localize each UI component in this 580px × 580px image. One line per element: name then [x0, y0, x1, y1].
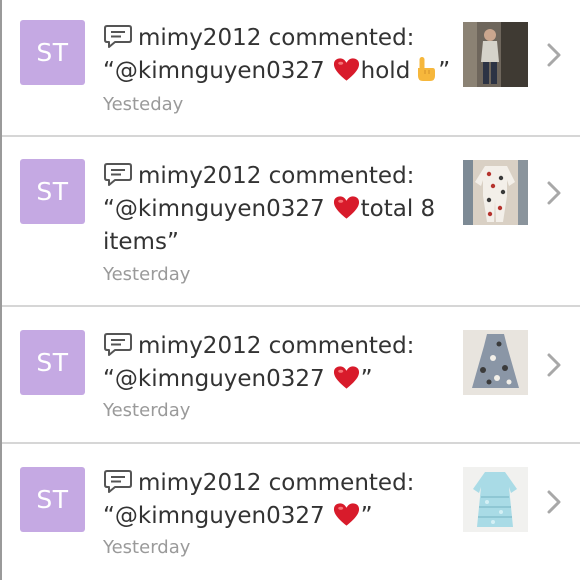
notification-content: mimy2012 commented: “@kimnguyen0327 ” Ye… — [103, 467, 448, 561]
timestamp: Yesterday — [103, 537, 191, 558]
mention-text: “@kimnguyen0327 — [103, 58, 325, 84]
notification-content: mimy2012 commented: “@kimnguyen0327 ” Ye… — [103, 330, 448, 424]
pointing-finger-icon — [418, 57, 436, 81]
person-photo-thumbnail[interactable] — [463, 22, 528, 87]
comment-text: “@kimnguyen0327 hold ” — [103, 55, 451, 88]
heart-icon — [333, 58, 359, 81]
notification-list: ST mimy2012 commented: “@kimnguyen0327 h… — [0, 0, 580, 580]
mention-text: “@kimnguyen0327 — [103, 196, 325, 222]
chevron-right-icon[interactable] — [546, 42, 562, 68]
notification-row[interactable]: ST mimy2012 commented: “@kimnguyen0327 ”… — [2, 444, 580, 580]
heart-icon — [333, 366, 359, 389]
comment-text: “@kimnguyen0327 ” — [103, 500, 448, 533]
notification-content: mimy2012 commented: “@kimnguyen0327 hold… — [103, 22, 451, 118]
mention-text: “@kimnguyen0327 — [103, 503, 325, 529]
commenter-text: mimy2012 commented: — [138, 333, 415, 359]
comment-text-continued: items” — [103, 229, 179, 255]
commenter-text: mimy2012 commented: — [138, 25, 415, 51]
notification-content: mimy2012 commented: “@kimnguyen0327 tota… — [103, 160, 448, 288]
chevron-right-icon[interactable] — [546, 352, 562, 378]
dress-photo-thumbnail[interactable] — [463, 330, 528, 395]
closing-quote: ” — [360, 366, 373, 392]
timestamp: Yesteday — [103, 94, 184, 115]
avatar[interactable]: ST — [20, 20, 85, 85]
heart-icon — [333, 503, 359, 526]
comment-body-text: hold — [360, 58, 411, 84]
commenter-text: mimy2012 commented: — [138, 163, 415, 189]
comment-icon — [104, 163, 132, 186]
avatar[interactable]: ST — [20, 467, 85, 532]
closing-quote: ” — [360, 503, 373, 529]
notification-row[interactable]: ST mimy2012 commented: “@kimnguyen0327 h… — [2, 0, 580, 137]
avatar[interactable]: ST — [20, 159, 85, 224]
comment-icon — [104, 333, 132, 356]
notification-header: mimy2012 commented: — [103, 160, 448, 193]
chevron-right-icon[interactable] — [546, 180, 562, 206]
comment-text: “@kimnguyen0327 ” — [103, 363, 448, 396]
timestamp: Yesterday — [103, 400, 191, 421]
notification-header: mimy2012 commented: — [103, 330, 448, 363]
notification-row[interactable]: ST mimy2012 commented: “@kimnguyen0327 t… — [2, 137, 580, 307]
comment-icon — [104, 470, 132, 493]
notification-header: mimy2012 commented: — [103, 22, 448, 55]
heart-icon — [333, 196, 359, 219]
chevron-right-icon[interactable] — [546, 489, 562, 515]
commenter-text: mimy2012 commented: — [138, 470, 415, 496]
closing-quote: ” — [438, 58, 451, 84]
notification-row[interactable]: ST mimy2012 commented: “@kimnguyen0327 ”… — [2, 307, 580, 444]
avatar[interactable]: ST — [20, 330, 85, 395]
timestamp: Yesterday — [103, 264, 191, 285]
comment-body-text: total 8 — [360, 196, 436, 222]
pajamas-photo-thumbnail[interactable] — [463, 160, 528, 225]
mention-text: “@kimnguyen0327 — [103, 366, 325, 392]
lace-dress-photo-thumbnail[interactable] — [463, 467, 528, 532]
comment-text: “@kimnguyen0327 total 8 — [103, 193, 448, 226]
comment-icon — [104, 25, 132, 48]
notification-header: mimy2012 commented: — [103, 467, 448, 500]
